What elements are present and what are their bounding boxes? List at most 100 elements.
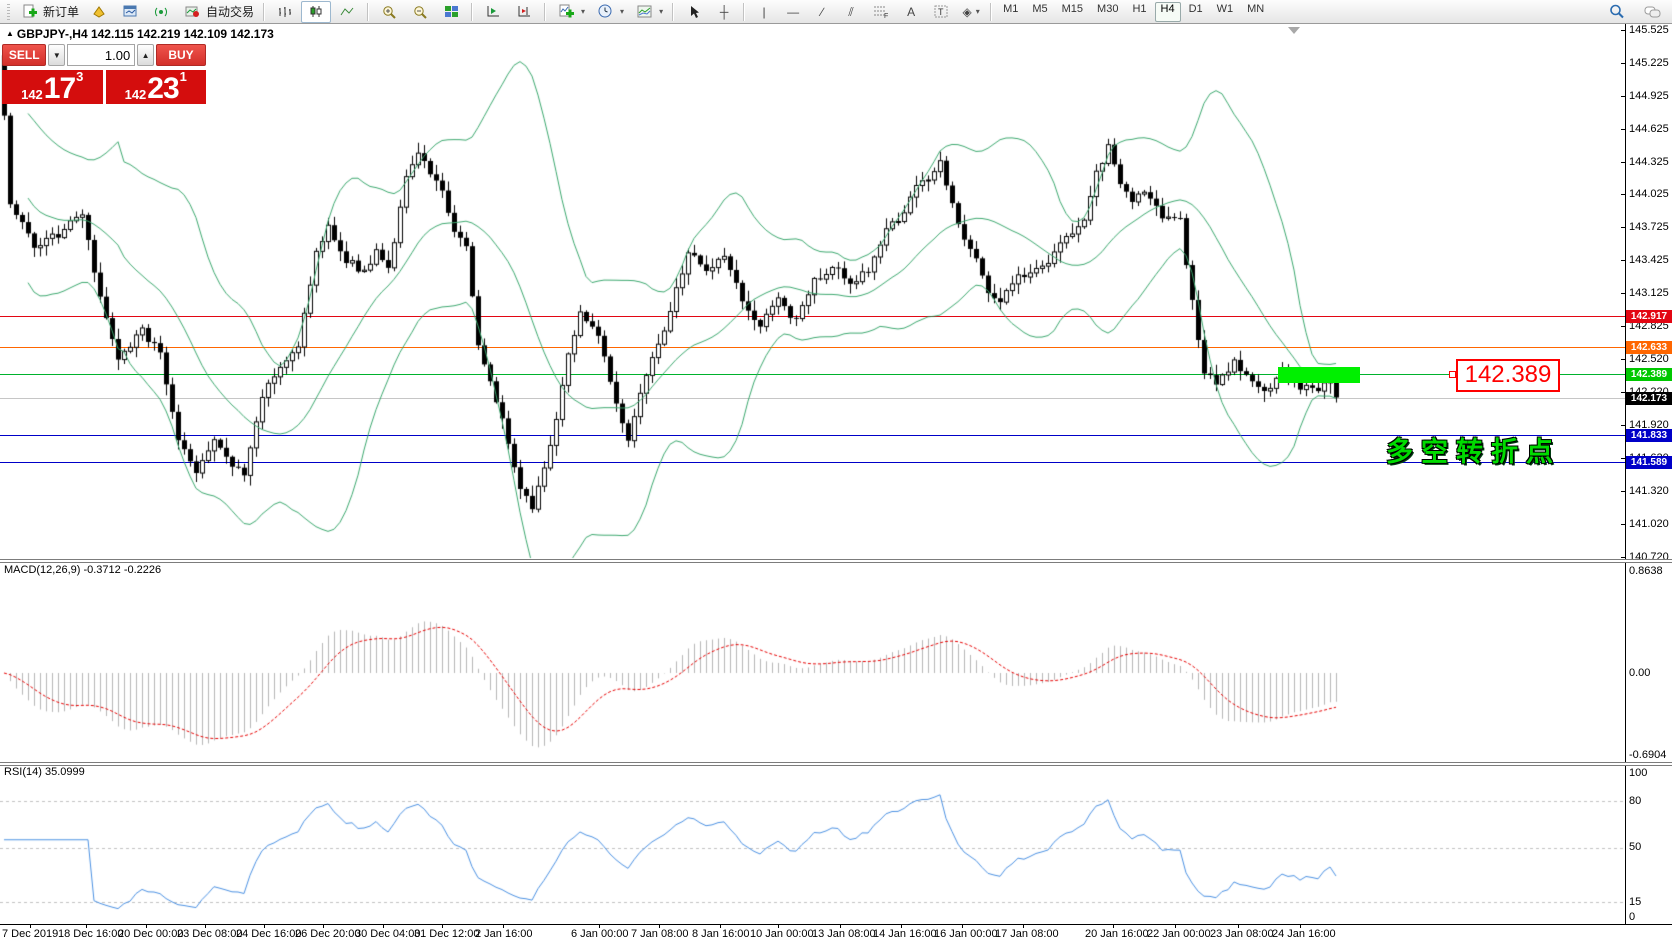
time-axis-label: 23 Dec 08:00	[177, 928, 242, 940]
sell-price-panel[interactable]: 142 17 3	[2, 70, 103, 104]
price-label-object[interactable]: 142.389	[1456, 359, 1560, 392]
auto-scroll-button[interactable]	[509, 1, 539, 23]
templates-icon	[633, 2, 655, 22]
buy-price-panel[interactable]: 142 23 1	[106, 70, 207, 104]
time-axis-tick	[323, 925, 324, 928]
text-label-tool-button[interactable]: T	[926, 1, 956, 23]
cursor-tool-button[interactable]	[679, 1, 709, 23]
timeframe-button-mn[interactable]: MN	[1241, 2, 1270, 22]
periods-button[interactable]: ▾	[590, 1, 628, 23]
chevron-down-icon: ▾	[659, 7, 663, 16]
toolbar-separator	[544, 3, 546, 21]
toolbar-separator	[990, 3, 992, 21]
volume-decrease-button[interactable]: ▼	[48, 44, 65, 66]
channel-tool-button[interactable]: ⫽	[837, 1, 865, 23]
chart-canvas[interactable]	[0, 0, 1672, 946]
volume-increase-button[interactable]: ▲	[137, 44, 154, 66]
time-axis-label: 23 Jan 08:00	[1210, 928, 1274, 940]
horizontal-line-tool-button[interactable]: —	[779, 1, 807, 23]
mt4-window: 新订单 自动交易	[0, 0, 1672, 946]
timeframe-button-h1[interactable]: H1	[1126, 2, 1152, 22]
signals-icon	[150, 2, 172, 22]
timeframe-button-m15[interactable]: M15	[1056, 2, 1089, 22]
autotrading-button[interactable]: 自动交易	[177, 1, 258, 23]
price-axis-label: 144.625	[1629, 123, 1669, 135]
fibonacci-tool-button[interactable]: F	[866, 1, 896, 23]
indicator-axis-label: 0.00	[1629, 667, 1650, 679]
buy-button[interactable]: BUY	[156, 44, 206, 66]
time-axis-label: 16 Jan 00:00	[934, 928, 998, 940]
timeframe-button-w1[interactable]: W1	[1211, 2, 1240, 22]
pane-separator[interactable]	[0, 559, 1672, 563]
toolbar-grip[interactable]	[7, 4, 10, 20]
one-click-trading-panel: SELL ▼ ▲ BUY 142 17 3 142 23 1	[2, 44, 206, 104]
price-axis-label: 143.425	[1629, 254, 1669, 266]
price-tag: 141.833	[1626, 429, 1672, 442]
vertical-line-tool-button[interactable]: |	[750, 1, 778, 23]
crosshair-tool-button[interactable]: ┼	[710, 1, 738, 23]
chevron-down-icon: ▾	[581, 7, 585, 16]
price-axis-label: 145.225	[1629, 57, 1669, 69]
arrows-tool-button[interactable]: ◈ ▾	[957, 1, 985, 23]
terminal-button[interactable]	[115, 1, 145, 23]
volume-input[interactable]	[67, 44, 135, 66]
time-axis-tick	[503, 925, 504, 928]
chat-button[interactable]	[1638, 1, 1668, 23]
indicator-axis-label: 0	[1629, 911, 1635, 923]
signals-button[interactable]	[146, 1, 176, 23]
data-window-button[interactable]	[84, 1, 114, 23]
time-axis-tick	[1175, 925, 1176, 928]
timeframe-button-m1[interactable]: M1	[997, 2, 1024, 22]
timeframe-button-d1[interactable]: D1	[1183, 2, 1209, 22]
toolbar-separator	[471, 3, 473, 21]
time-axis-label: 17 Jan 08:00	[995, 928, 1059, 940]
bar-chart-button[interactable]	[270, 1, 300, 23]
text-tool-button[interactable]: A	[897, 1, 925, 23]
pane-separator[interactable]	[0, 762, 1672, 766]
candlestick-chart-button[interactable]	[301, 1, 331, 23]
price-axis-label: 144.925	[1629, 90, 1669, 102]
axis-tick	[1621, 458, 1625, 459]
time-axis-label: 7 Jan 08:00	[631, 928, 689, 940]
highlight-rectangle-object[interactable]	[1278, 367, 1360, 383]
price-axis-label: 144.025	[1629, 188, 1669, 200]
line-chart-button[interactable]	[332, 1, 362, 23]
price-axis[interactable]: 145.525145.225144.925144.625144.325144.0…	[1626, 24, 1672, 946]
timeframe-button-m30[interactable]: M30	[1091, 2, 1124, 22]
time-axis-label: 10 Jan 00:00	[750, 928, 814, 940]
chinese-annotation-text[interactable]: 多空转折点	[1386, 430, 1561, 469]
price-axis-label: 145.525	[1629, 24, 1669, 36]
zoom-out-button[interactable]	[405, 1, 435, 23]
templates-button[interactable]: ▾	[629, 1, 667, 23]
zoom-in-button[interactable]	[374, 1, 404, 23]
timeframe-button-h4[interactable]: H4	[1155, 2, 1181, 22]
new-order-button[interactable]: 新订单	[14, 1, 83, 23]
trendline-icon: ∕	[821, 3, 823, 21]
time-axis-label: 24 Jan 16:00	[1272, 928, 1336, 940]
time-axis-tick	[146, 925, 147, 928]
toolbar-separator	[672, 3, 674, 21]
time-axis-tick	[840, 925, 841, 928]
trendline-tool-button[interactable]: ∕	[808, 1, 836, 23]
time-axis-label: 20 Jan 16:00	[1085, 928, 1149, 940]
zoom-in-icon	[378, 2, 400, 22]
toolbar-separator	[367, 3, 369, 21]
sell-price-big: 17	[44, 76, 75, 102]
indicator-axis-label: -0.6904	[1629, 749, 1666, 761]
sell-price-small: 142	[21, 87, 43, 102]
axis-tick	[1621, 557, 1625, 558]
price-tag: 142.173	[1626, 392, 1672, 405]
sell-button[interactable]: SELL	[2, 44, 46, 66]
chart-shift-marker-icon[interactable]	[1288, 27, 1300, 34]
time-axis-tick	[442, 925, 443, 928]
time-axis-tick	[659, 925, 660, 928]
timeframe-button-m5[interactable]: M5	[1026, 2, 1053, 22]
price-tag: 142.633	[1626, 341, 1672, 354]
tile-windows-button[interactable]	[436, 1, 466, 23]
chart-shift-button[interactable]	[478, 1, 508, 23]
time-axis-label: 6 Jan 00:00	[571, 928, 629, 940]
search-button[interactable]	[1602, 1, 1632, 23]
indicators-button[interactable]: ▾	[551, 1, 589, 23]
axis-tick	[1621, 260, 1625, 261]
collapse-icon[interactable]: ▲	[6, 29, 14, 38]
